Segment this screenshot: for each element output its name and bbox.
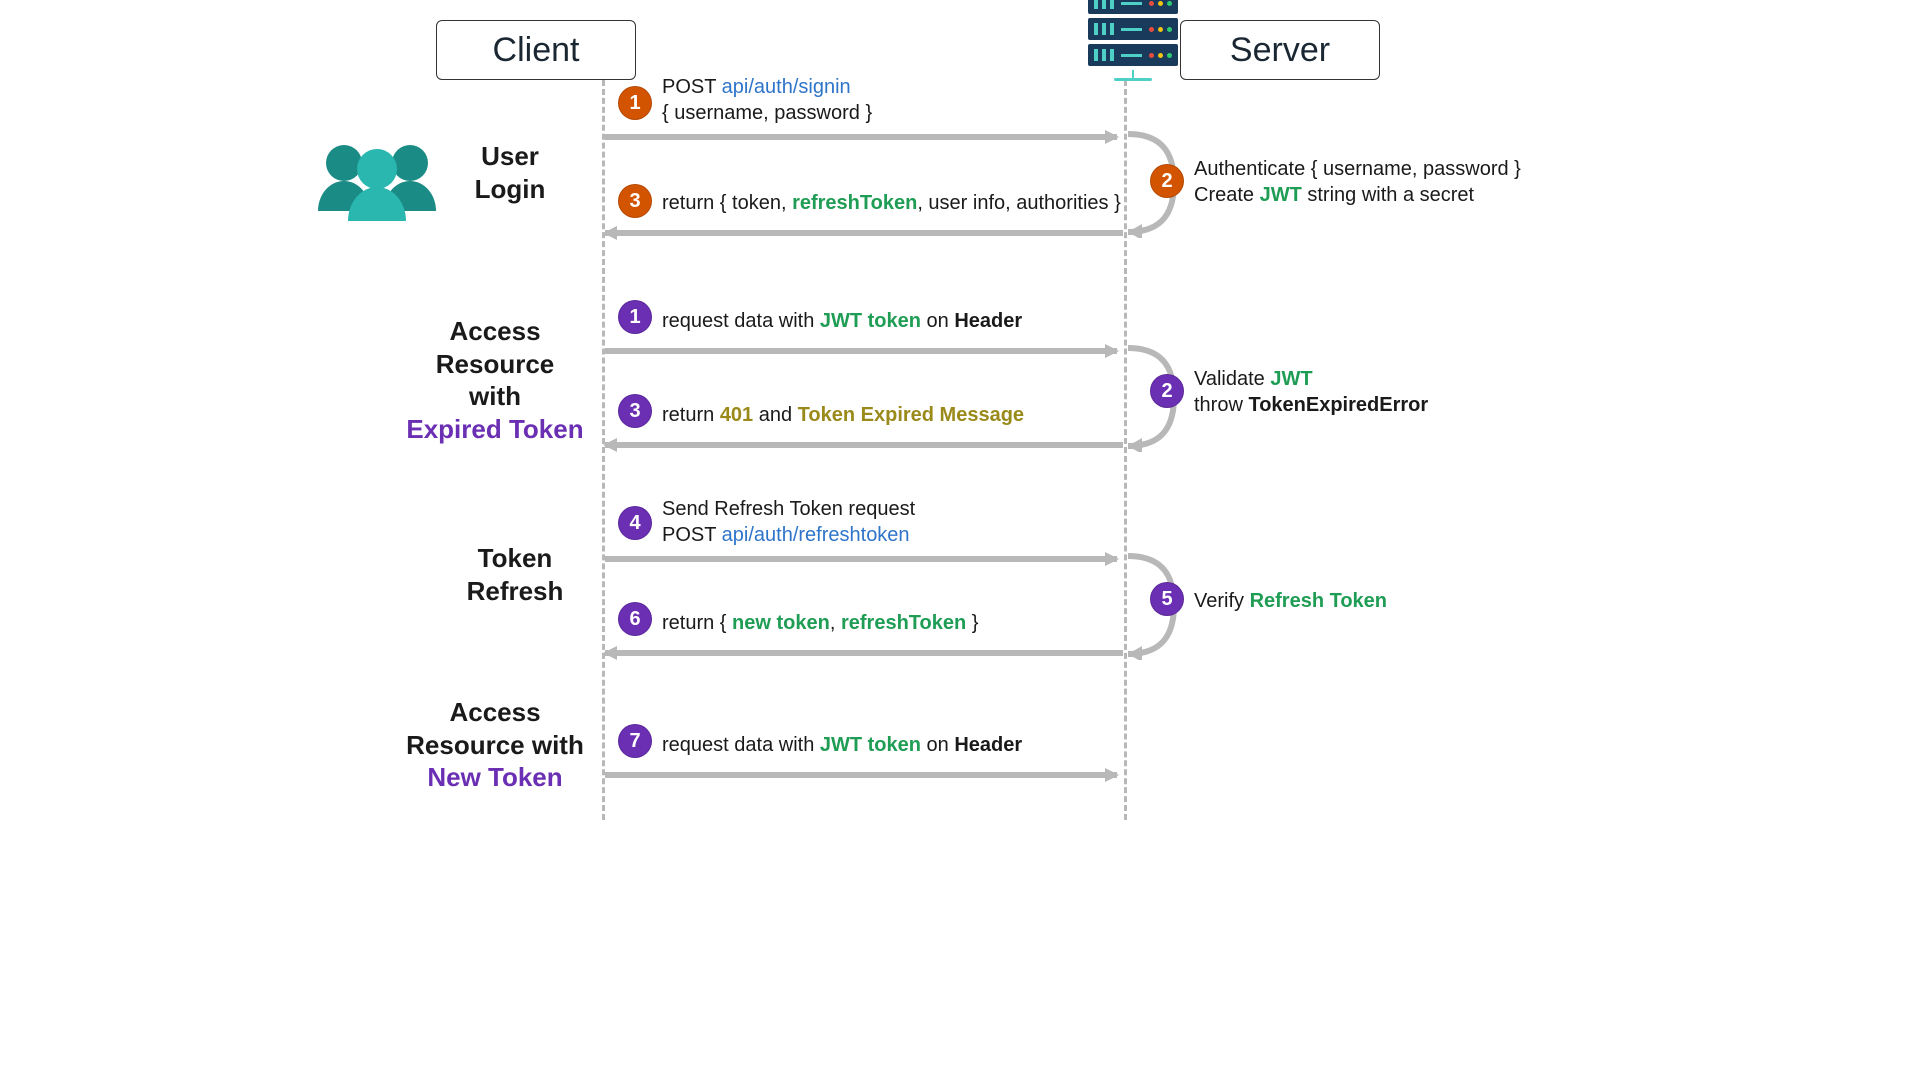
text: Authenticate { username, password } xyxy=(1194,158,1521,180)
arrow-newtoken-request xyxy=(605,772,1117,778)
refresh-step-4-badge: 4 xyxy=(618,506,652,540)
text: } xyxy=(966,612,978,634)
label-text: Login xyxy=(475,174,546,204)
text: Verify xyxy=(1194,590,1250,612)
client-header: Client xyxy=(436,20,636,80)
refresh-step-6-text: return { new token, refreshToken } xyxy=(662,610,978,636)
label-text: New Token xyxy=(427,762,562,792)
label-text: User xyxy=(481,141,539,171)
refresh-step-5-badge: 5 xyxy=(1150,582,1184,616)
section-token-refresh: Token Refresh xyxy=(450,542,580,607)
text: , user info, authorities } xyxy=(917,192,1120,214)
api-path: api/auth/signin xyxy=(722,76,851,98)
step-1-badge: 1 xyxy=(618,86,652,120)
text: request data with xyxy=(662,734,820,756)
label-text: Access xyxy=(449,697,540,727)
header-text: Header xyxy=(954,734,1022,756)
label-text: Refresh xyxy=(467,576,564,606)
text: and xyxy=(753,404,797,426)
arrow-access-response xyxy=(605,442,1123,448)
text: return { token, xyxy=(662,192,792,214)
label-text: with xyxy=(469,381,521,411)
refresh-token-text: refreshToken xyxy=(792,192,917,214)
arrow-refresh-response xyxy=(605,650,1123,656)
jwt-text: JWT token xyxy=(820,734,921,756)
text: request data with xyxy=(662,310,820,332)
server-icon xyxy=(1088,0,1178,81)
text: POST xyxy=(662,76,722,98)
access-step-2-badge: 2 xyxy=(1150,374,1184,408)
step-2-badge: 2 xyxy=(1150,164,1184,198)
step-1-text: POST api/auth/signin { username, passwor… xyxy=(662,74,872,126)
refresh-step-6-badge: 6 xyxy=(618,602,652,636)
server-header: Server xyxy=(1180,20,1380,80)
step-3-text: return { token, refreshToken, user info,… xyxy=(662,190,1121,216)
access-step-2-text: Validate JWT throw TokenExpiredError xyxy=(1194,366,1428,418)
arrow-access-request xyxy=(605,348,1117,354)
access-step-1-text: request data with JWT token on Header xyxy=(662,308,1022,334)
access-step-1-badge: 1 xyxy=(618,300,652,334)
section-expired-token: Access Resource with Expired Token xyxy=(400,315,590,445)
jwt-text: JWT token xyxy=(820,310,921,332)
text: Create xyxy=(1194,184,1260,206)
text: Send Refresh Token request xyxy=(662,498,915,520)
label-text: Resource xyxy=(436,349,555,379)
text: on xyxy=(921,310,954,332)
text: on xyxy=(921,734,954,756)
arrow-refresh-request xyxy=(605,556,1117,562)
arrow-login-response xyxy=(605,230,1123,236)
label-text: Expired Token xyxy=(406,414,583,444)
expired-msg: Token Expired Message xyxy=(798,404,1024,426)
newtoken-step-7-text: request data with JWT token on Header xyxy=(662,732,1022,758)
label-text: Access xyxy=(449,316,540,346)
step-2-text: Authenticate { username, password } Crea… xyxy=(1194,156,1521,208)
users-icon xyxy=(312,135,442,225)
status-401: 401 xyxy=(720,404,753,426)
text: { username, password } xyxy=(662,102,872,124)
api-path: api/auth/refreshtoken xyxy=(722,524,910,546)
access-step-3-badge: 3 xyxy=(618,394,652,428)
error-text: TokenExpiredError xyxy=(1248,394,1428,416)
text: Validate xyxy=(1194,368,1270,390)
refresh-step-4-text: Send Refresh Token request POST api/auth… xyxy=(662,496,915,548)
text: return { xyxy=(662,612,732,634)
newtoken-step-7-badge: 7 xyxy=(618,724,652,758)
refresh-token-text: refreshToken xyxy=(841,612,966,634)
section-new-token: Access Resource with New Token xyxy=(400,696,590,794)
sequence-diagram: Client Server User Login Access Resource… xyxy=(240,0,1680,810)
text: , xyxy=(830,612,841,634)
step-3-badge: 3 xyxy=(618,184,652,218)
label-text: Token xyxy=(478,543,553,573)
refresh-step-5-text: Verify Refresh Token xyxy=(1194,588,1387,614)
section-user-login: User Login xyxy=(450,140,570,205)
text: string with a secret xyxy=(1302,184,1474,206)
jwt-text: JWT xyxy=(1270,368,1312,390)
access-step-3-text: return 401 and Token Expired Message xyxy=(662,402,1024,428)
refresh-token-text: Refresh Token xyxy=(1250,590,1387,612)
text: return xyxy=(662,404,720,426)
text: POST xyxy=(662,524,722,546)
new-token-text: new token xyxy=(732,612,830,634)
jwt-text: JWT xyxy=(1260,184,1302,206)
label-text: Resource with xyxy=(406,730,584,760)
arrow-login-request xyxy=(605,134,1117,140)
header-text: Header xyxy=(954,310,1022,332)
text: throw xyxy=(1194,394,1248,416)
